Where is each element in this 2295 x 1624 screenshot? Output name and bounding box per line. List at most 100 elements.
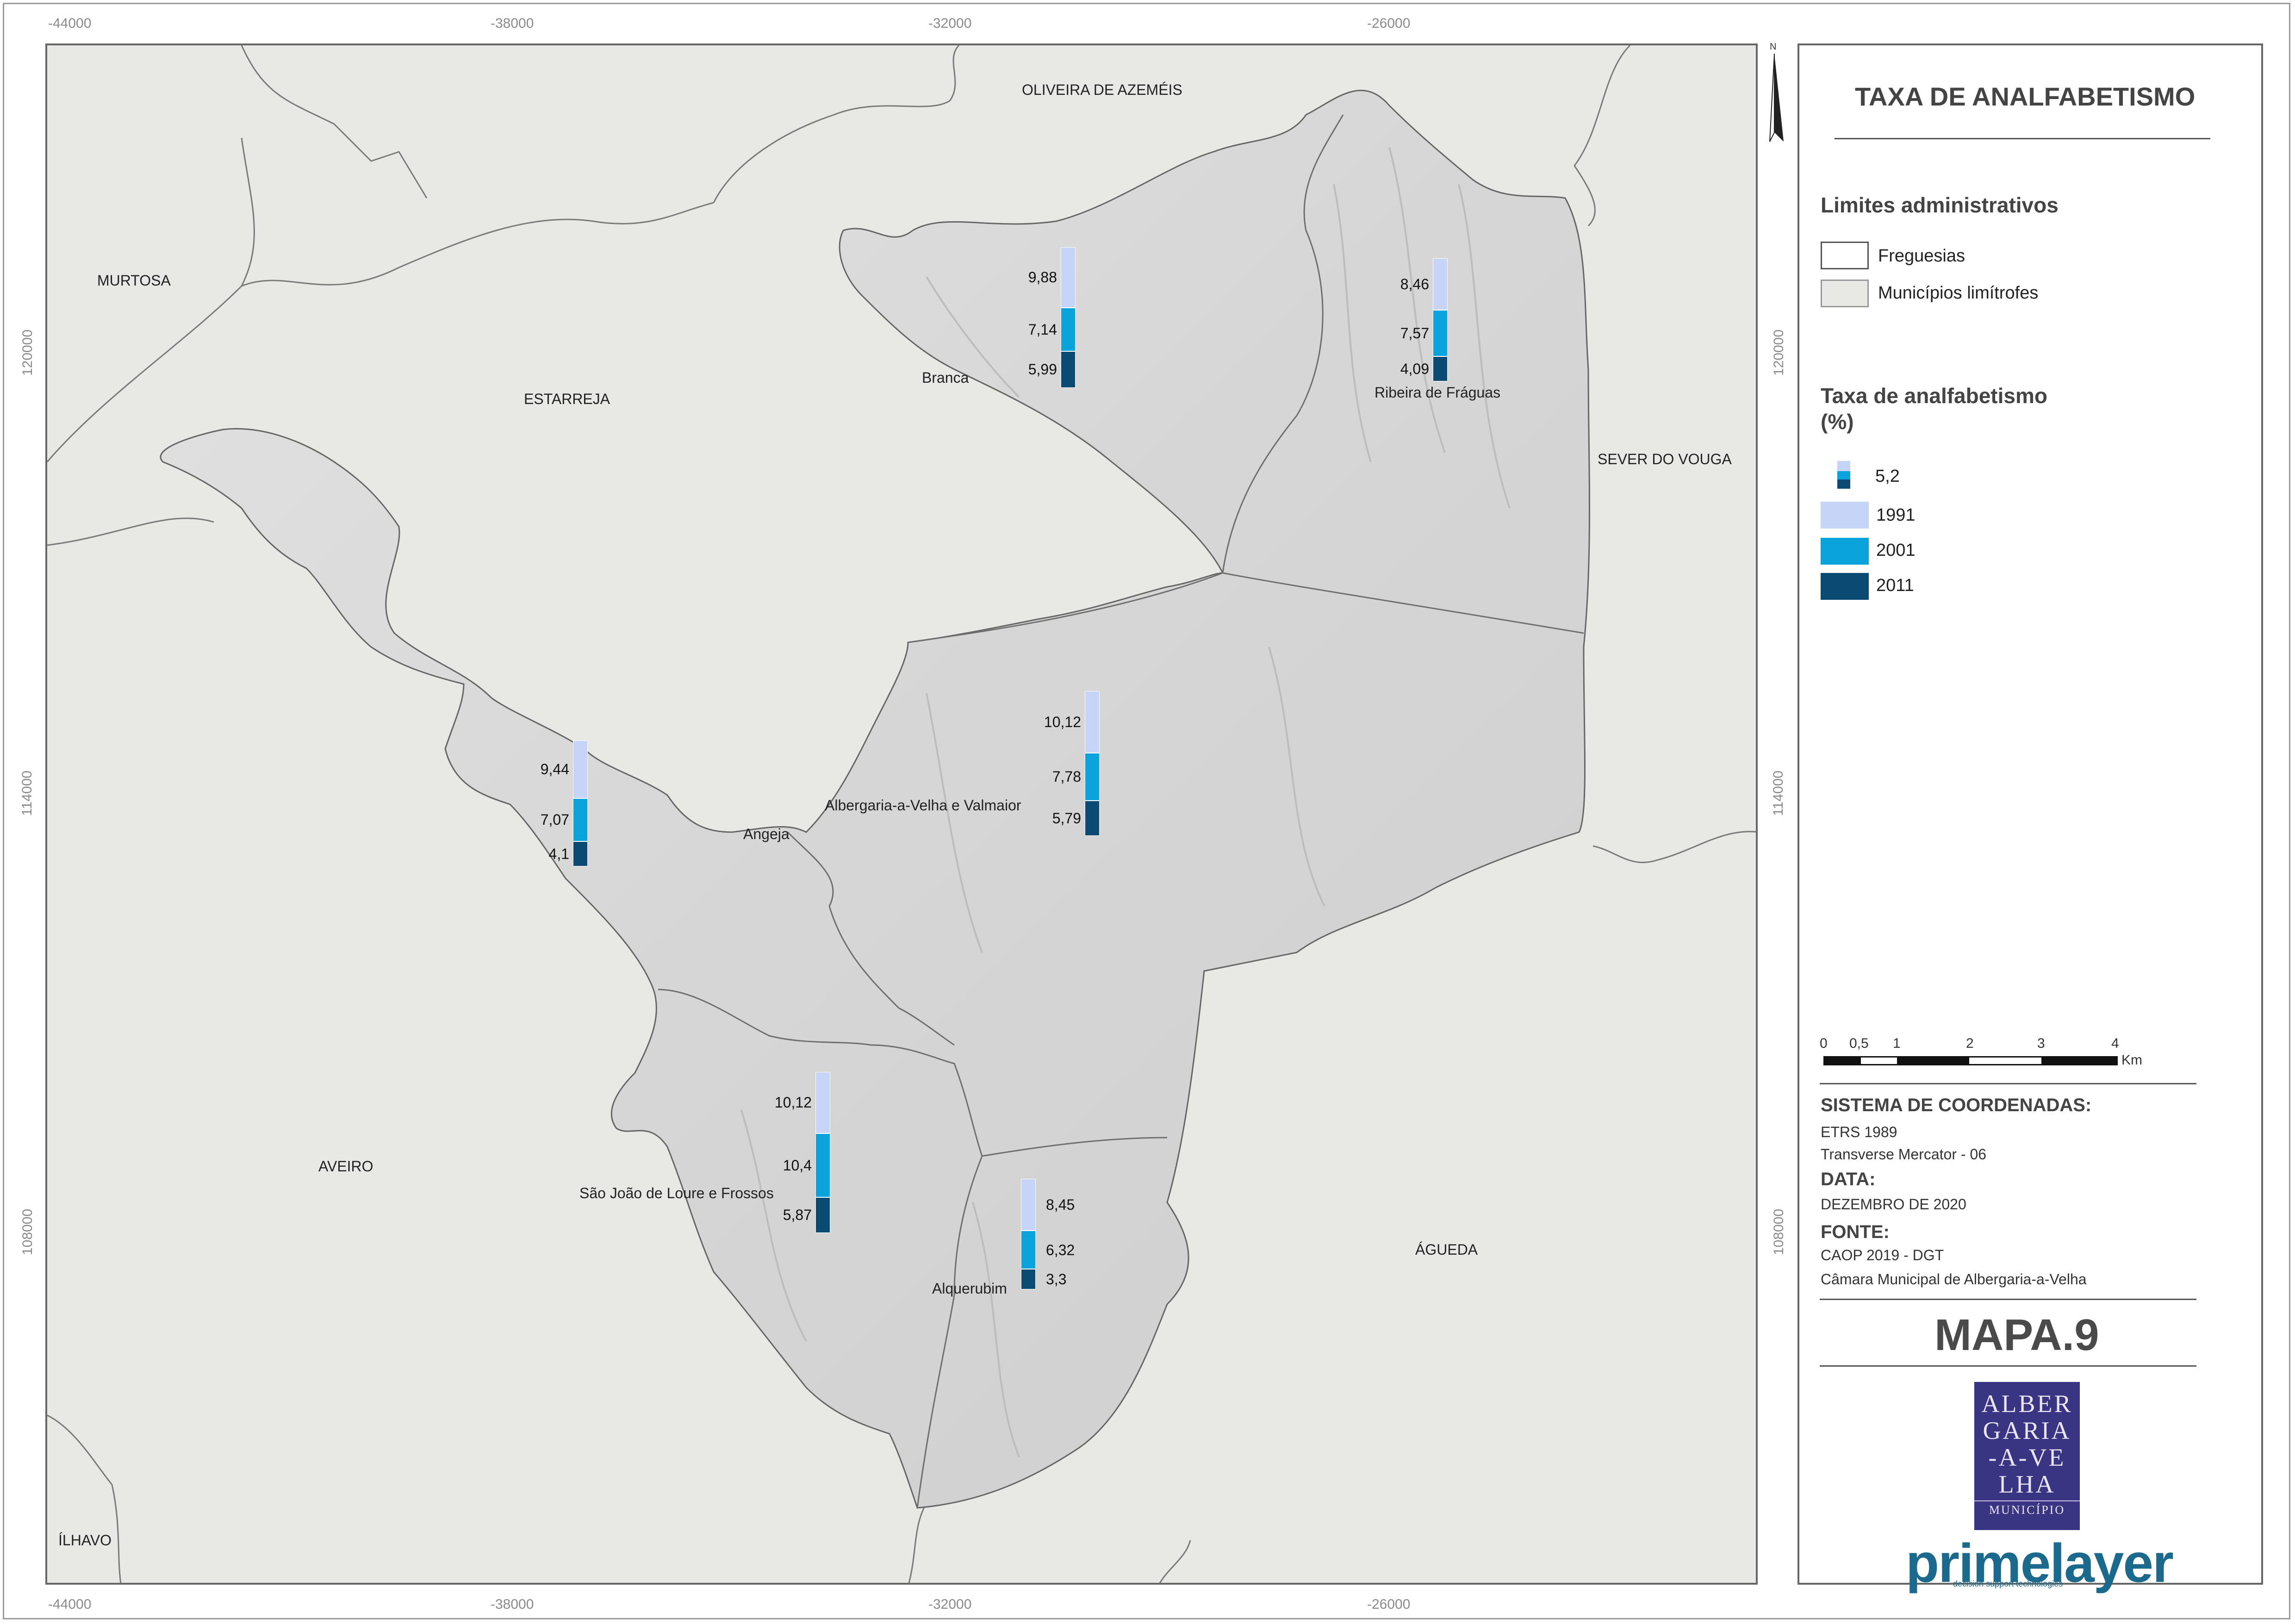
- bar-label-sjoao-2001: 10,4: [783, 1157, 812, 1174]
- parish-sao-joao-de-loure-e-frossos: São João de Loure e Frossos: [579, 1185, 774, 1201]
- bar-sjoao-2011: [815, 1197, 830, 1233]
- bar-label-ribeira-2011: 4,09: [1400, 361, 1429, 377]
- scale-bar: [1823, 1056, 2118, 1065]
- bar-sjoao-2001: [815, 1133, 830, 1197]
- swatch-freguesias: [1821, 242, 1869, 269]
- bar-ribeira-1991: [1433, 258, 1448, 311]
- sample-bar-1991: [1837, 461, 1850, 471]
- sample-value: 5,2: [1875, 467, 1900, 486]
- x-tick-top-3: -32000: [928, 16, 972, 31]
- title-rule: [1835, 138, 2210, 139]
- parish-angeja: Angeja: [743, 826, 790, 842]
- scale-unit: Km: [2121, 1052, 2142, 1068]
- bar-label-albergaria-1991: 10,12: [1044, 714, 1081, 731]
- x-tick-bottom-4: -26000: [1367, 1597, 1411, 1612]
- swatch-2001: [1821, 538, 1869, 565]
- primelayer-tagline: decision support technologies: [1953, 1579, 2063, 1588]
- map-canvas: [47, 45, 1756, 1583]
- bar-angeja-2011: [573, 841, 588, 866]
- bar-label-ribeira-2001: 7,57: [1400, 325, 1429, 342]
- date-heading: DATA:: [1821, 1169, 1876, 1189]
- north-label: N: [1770, 42, 1777, 52]
- admin-heading: Limites administrativos: [1821, 193, 2059, 217]
- x-tick-top-1: -44000: [48, 16, 92, 31]
- y-tick-right-1: 120000: [1771, 329, 1787, 376]
- y-tick-right-2: 114000: [1770, 771, 1786, 816]
- bar-label-angeja-1991: 9,44: [540, 761, 569, 778]
- parish-ribeira-de-fraguas: Ribeira de Fráguas: [1375, 384, 1501, 401]
- x-tick-bottom-2: -38000: [491, 1597, 534, 1612]
- map-number: MAPA.9: [1934, 1310, 2099, 1360]
- parish-albergaria-a-velha-e-valmaior: Albergaria-a-Velha e Valmaior: [825, 797, 1021, 814]
- bar-branca-2001: [1061, 307, 1076, 351]
- legend-title: TAXA DE ANALFABETISMO: [1855, 82, 2195, 111]
- scale-label-05: 0,5: [1849, 1036, 1869, 1051]
- source-line-1: CAOP 2019 - DGT: [1821, 1247, 1944, 1263]
- bar-label-sjoao-2011: 5,87: [783, 1207, 812, 1224]
- x-tick-bottom-3: -32000: [928, 1597, 972, 1612]
- swatch-municipios: [1821, 280, 1869, 307]
- source-heading: FONTE:: [1821, 1222, 1890, 1242]
- bar-angeja-1991: [573, 740, 588, 798]
- rate-heading-2: (%): [1821, 410, 1854, 434]
- date-value: DEZEMBRO DE 2020: [1821, 1196, 1966, 1213]
- bar-sjoao-1991: [815, 1071, 830, 1134]
- coord-line-1: ETRS 1989: [1821, 1124, 1897, 1140]
- bar-label-albergaria-2001: 7,78: [1052, 768, 1081, 785]
- parish-branca: Branca: [922, 369, 969, 386]
- rule-coords: [1820, 1083, 2196, 1084]
- bar-albergaria-2011: [1085, 800, 1100, 836]
- place-sever-do-vouga: SEVER DO VOUGA: [1598, 451, 1732, 467]
- rule-mapa-top: [1820, 1299, 2196, 1300]
- municipality-logo: ALBER GARIA -A-VE LHA MUNICÍPIO: [1974, 1382, 2080, 1530]
- bar-label-branca-1991: 9,88: [1028, 269, 1057, 286]
- sample-bar-2001: [1837, 471, 1850, 479]
- place-estarreja: ESTARREJA: [524, 391, 610, 407]
- scale-label-1: 1: [1893, 1036, 1901, 1051]
- bar-albergaria-2001: [1085, 753, 1100, 801]
- swatch-2011: [1821, 573, 1869, 600]
- scale-label-4: 4: [2111, 1036, 2119, 1051]
- bar-ribeira-2011: [1433, 356, 1448, 381]
- bar-albergaria-1991: [1085, 691, 1100, 753]
- place-oliveira-de-azemeis: OLIVEIRA DE AZEMÉIS: [1022, 81, 1182, 98]
- bar-alquerubim-1991: [1021, 1179, 1036, 1231]
- coord-line-2: Transverse Mercator - 06: [1821, 1146, 1987, 1163]
- y-tick-left-2: 114000: [19, 771, 35, 816]
- bar-alquerubim-2001: [1021, 1231, 1036, 1269]
- bar-branca-1991: [1061, 247, 1076, 308]
- bar-label-albergaria-2011: 5,79: [1052, 809, 1081, 827]
- scale-label-0: 0: [1820, 1036, 1828, 1051]
- bar-angeja-2001: [573, 798, 588, 841]
- bar-label-branca-2001: 7,14: [1028, 321, 1057, 338]
- x-tick-bottom-1: -44000: [48, 1597, 92, 1612]
- place-aveiro: AVEIRO: [318, 1158, 373, 1175]
- bar-label-ribeira-1991: 8,46: [1400, 276, 1429, 293]
- bar-ribeira-2001: [1433, 310, 1448, 356]
- swatch-1991: [1821, 502, 1869, 529]
- coord-heading: SISTEMA DE COORDENADAS:: [1821, 1095, 2092, 1115]
- bar-label-angeja-2011: 4,1: [548, 845, 569, 862]
- x-tick-top-4: -26000: [1367, 16, 1411, 31]
- place-murtosa: MURTOSA: [97, 272, 171, 289]
- bar-label-alquerubim-2001: 6,32: [1046, 1241, 1075, 1258]
- place-ilhavo: ÍLHAVO: [58, 1532, 112, 1549]
- parish-alquerubim: Alquerubim: [932, 1280, 1007, 1297]
- bar-alquerubim-2011: [1021, 1269, 1036, 1289]
- scale-label-3: 3: [2037, 1036, 2045, 1051]
- legend-municipios: Municípios limítrofes: [1878, 283, 2039, 303]
- rate-heading-1: Taxa de analfabetismo: [1821, 384, 2047, 408]
- map-frame[interactable]: OLIVEIRA DE AZEMÉIS MURTOSA ESTARREJA SE…: [45, 44, 1758, 1585]
- legend-2001: 2001: [1876, 541, 1916, 560]
- legend-freguesias: Freguesias: [1878, 246, 1965, 266]
- bar-branca-2011: [1061, 351, 1076, 388]
- scale-label-2: 2: [1966, 1036, 1974, 1051]
- place-agueda: ÁGUEDA: [1415, 1241, 1478, 1258]
- x-tick-top-2: -38000: [491, 16, 534, 31]
- y-tick-left-3: 108000: [20, 1208, 36, 1256]
- y-tick-left-1: 120000: [20, 329, 36, 376]
- bar-label-sjoao-1991: 10,12: [774, 1094, 812, 1111]
- rule-mapa-bottom: [1820, 1365, 2196, 1367]
- bar-label-angeja-2001: 7,07: [540, 811, 569, 828]
- y-tick-right-3: 108000: [1771, 1208, 1787, 1256]
